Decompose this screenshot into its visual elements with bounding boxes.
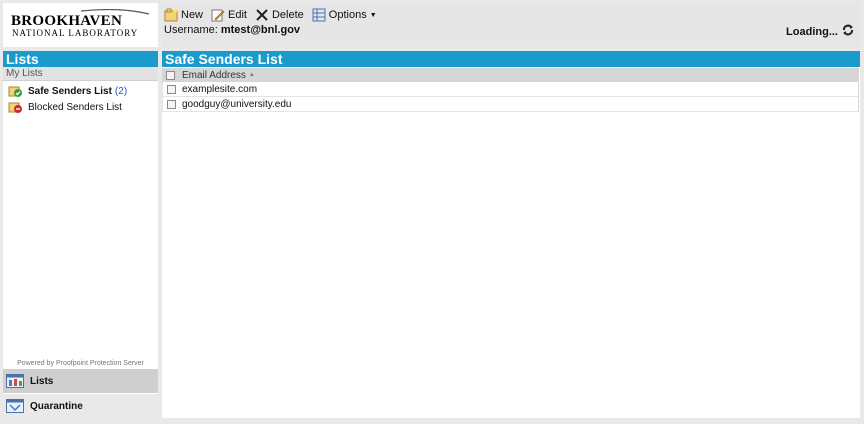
- nav-lists-label: Lists: [30, 375, 54, 387]
- email-cell: goodguy@university.edu: [182, 98, 292, 110]
- chevron-down-icon: ▼: [369, 11, 377, 19]
- sidebar-title: Lists: [3, 51, 158, 67]
- sidebar-item-safe-senders[interactable]: Safe Senders List (2): [3, 83, 158, 99]
- toolbar: New Edit Delete Options ▼: [164, 6, 385, 24]
- column-header-label: Email Address: [182, 69, 246, 81]
- sidebar: Lists My Lists Safe Senders List (2) Blo…: [3, 51, 158, 418]
- lists-icon: [6, 374, 24, 388]
- loading-status: Loading...: [786, 24, 854, 39]
- safe-list-icon: [8, 85, 23, 98]
- nav-quarantine-label: Quarantine: [30, 400, 83, 412]
- refresh-icon[interactable]: [842, 24, 854, 39]
- username-value: mtest@bnl.gov: [220, 24, 301, 36]
- sidebar-item-count: (2): [114, 85, 128, 97]
- nav-lists-button[interactable]: Lists: [3, 369, 158, 393]
- page-title: Safe Senders List: [162, 51, 860, 67]
- edit-icon: [211, 8, 225, 22]
- edit-button[interactable]: Edit: [211, 8, 247, 22]
- main-panel: Safe Senders List Email Address ▲ exampl…: [162, 51, 860, 418]
- row-checkbox-cell: [163, 84, 179, 94]
- options-label: Options: [328, 9, 367, 21]
- delete-label: Delete: [271, 9, 304, 21]
- row-checkbox-cell: [163, 99, 179, 109]
- nav-quarantine-button[interactable]: Quarantine: [3, 394, 158, 418]
- new-icon: [164, 8, 178, 22]
- select-all-checkbox[interactable]: [165, 70, 175, 80]
- select-all-cell: [162, 70, 178, 80]
- sidebar-item-label: Blocked Senders List: [28, 101, 122, 113]
- logo-line2: NATIONAL LABORATORY: [12, 28, 138, 38]
- loading-label: Loading...: [786, 25, 838, 38]
- powered-by-text: Powered by Proofpoint Protection Server: [17, 360, 144, 367]
- logo-line1: BROOKHAVEN: [11, 13, 122, 29]
- sidebar-item-label: Safe Senders List: [28, 85, 112, 97]
- sidebar-subheading: My Lists: [3, 67, 158, 81]
- table-row[interactable]: examplesite.com: [162, 82, 858, 97]
- delete-icon: [255, 8, 269, 22]
- logo: BROOKHAVEN NATIONAL LABORATORY: [3, 3, 158, 47]
- email-table: Email Address ▲ examplesite.com goodguy@…: [162, 68, 859, 112]
- table-header: Email Address ▲: [162, 68, 858, 82]
- blocked-list-icon: [8, 101, 23, 114]
- quarantine-icon: [6, 399, 24, 413]
- delete-button[interactable]: Delete: [255, 8, 304, 22]
- email-cell: examplesite.com: [182, 83, 258, 95]
- username-prefix: Username:: [164, 24, 218, 36]
- options-button[interactable]: Options ▼: [312, 8, 377, 22]
- sidebar-item-blocked-senders[interactable]: Blocked Senders List: [3, 99, 158, 115]
- new-button[interactable]: New: [164, 8, 203, 22]
- username-display: Username: mtest@bnl.gov: [164, 24, 300, 36]
- row-checkbox[interactable]: [166, 99, 176, 109]
- new-label: New: [181, 9, 204, 21]
- edit-label: Edit: [228, 9, 247, 21]
- sort-asc-icon: ▲: [248, 72, 255, 78]
- row-checkbox[interactable]: [166, 84, 176, 94]
- email-column-header[interactable]: Email Address ▲: [178, 70, 255, 81]
- top-bar: New Edit Delete Options ▼ Username: mtes…: [162, 3, 860, 47]
- brookhaven-logo: BROOKHAVEN NATIONAL LABORATORY: [11, 9, 150, 38]
- table-row[interactable]: goodguy@university.edu: [162, 97, 858, 112]
- options-icon: [312, 8, 326, 22]
